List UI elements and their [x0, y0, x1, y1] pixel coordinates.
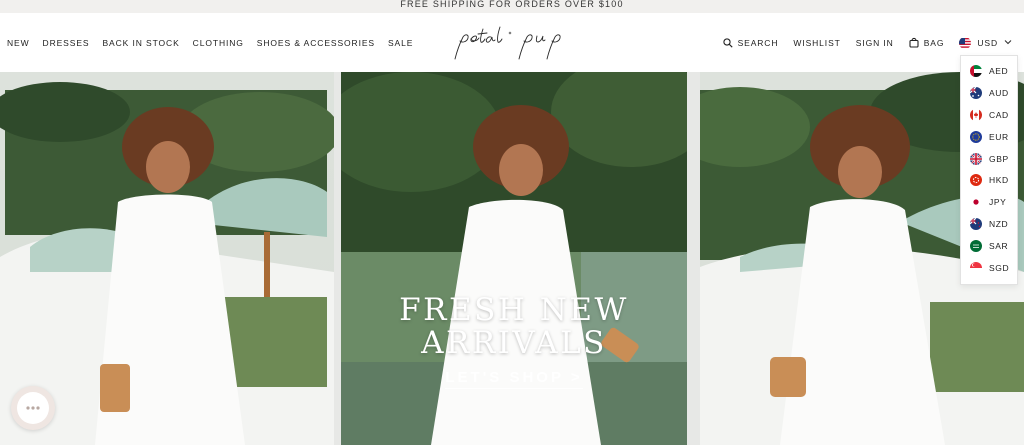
currency-option-aud[interactable]: AUD — [961, 82, 1017, 104]
nav-sale[interactable]: SALE — [388, 38, 413, 48]
currency-option-jpy[interactable]: JPY — [961, 191, 1017, 213]
currency-code: SAR — [989, 241, 1009, 252]
currency-label[interactable]: USD — [977, 38, 998, 48]
saudi-arabia-flag-icon — [970, 240, 982, 253]
currency-option-eur[interactable]: EUR — [961, 126, 1017, 148]
uk-flag-icon — [970, 152, 982, 165]
nav-dresses[interactable]: DRESSES — [43, 38, 90, 48]
currency-code: SGD — [989, 262, 1010, 273]
bag-label[interactable]: BAG — [924, 38, 945, 48]
currency-option-cad[interactable]: CAD — [961, 104, 1017, 126]
currency-code: NZD — [989, 219, 1009, 230]
currency-option-aed[interactable]: AED — [961, 60, 1017, 82]
currency-code: EUR — [989, 131, 1009, 142]
search-label[interactable]: SEARCH — [738, 38, 779, 48]
chevron-down-icon — [1004, 38, 1012, 47]
site-header: NEW DRESSES BACK IN STOCK CLOTHING SHOES… — [0, 13, 1024, 72]
currency-option-gbp[interactable]: GBP — [961, 148, 1017, 170]
currency-code: AUD — [989, 87, 1009, 98]
hero-overlay: FRESH NEW ARRIVALS LET'S SHOP > — [341, 294, 687, 389]
bag-button[interactable]: BAG — [909, 37, 945, 48]
search-button[interactable]: SEARCH — [722, 37, 779, 48]
search-icon — [722, 37, 733, 48]
us-flag-icon — [959, 37, 972, 49]
chat-icon — [17, 392, 49, 424]
hong-kong-flag-icon — [970, 174, 982, 187]
currency-code: HKD — [989, 175, 1009, 186]
eu-flag-icon — [970, 130, 982, 143]
lets-shop-button[interactable]: LET'S SHOP > — [445, 369, 583, 389]
currency-option-nzd[interactable]: NZD — [961, 213, 1017, 235]
main-nav: NEW DRESSES BACK IN STOCK CLOTHING SHOES… — [7, 13, 413, 72]
hero-title: FRESH NEW ARRIVALS — [399, 292, 629, 361]
hero-banner[interactable]: FRESH NEW ARRIVALS LET'S SHOP > — [0, 72, 1024, 445]
nav-clothing[interactable]: CLOTHING — [193, 38, 244, 48]
singapore-flag-icon — [970, 261, 982, 274]
nav-new[interactable]: NEW — [7, 38, 30, 48]
sign-in-link[interactable]: SIGN IN — [856, 38, 894, 48]
wishlist-link[interactable]: WISHLIST — [793, 38, 840, 48]
chat-launcher-button[interactable] — [11, 386, 55, 430]
currency-option-hkd[interactable]: HKD — [961, 169, 1017, 191]
new-zealand-flag-icon — [970, 218, 982, 231]
currency-option-sar[interactable]: SAR — [961, 235, 1017, 257]
canada-flag-icon — [970, 108, 982, 121]
currency-code: CAD — [989, 109, 1009, 120]
site-logo[interactable] — [447, 23, 577, 63]
japan-flag-icon — [970, 196, 982, 209]
currency-code: GBP — [989, 153, 1009, 164]
currency-code: AED — [989, 65, 1009, 76]
bag-icon — [909, 37, 919, 48]
promo-bar: FREE SHIPPING FOR ORDERS OVER $100 — [0, 0, 1024, 13]
currency-dropdown: AED AUD CAD EUR GBP HKD JPY NZD SAR SGD — [960, 55, 1018, 285]
currency-option-sgd[interactable]: SGD — [961, 257, 1017, 279]
logo-mark — [454, 26, 561, 60]
promo-text: FREE SHIPPING FOR ORDERS OVER $100 — [400, 0, 624, 9]
hero-image-left — [0, 72, 334, 445]
currency-code: JPY — [989, 197, 1007, 208]
hero-image-center — [341, 72, 687, 445]
australia-flag-icon — [970, 86, 982, 99]
currency-selector[interactable]: USD — [959, 37, 1012, 49]
nav-back-in-stock[interactable]: BACK IN STOCK — [102, 38, 179, 48]
uae-flag-icon — [970, 64, 982, 77]
nav-shoes-accessories[interactable]: SHOES & ACCESSORIES — [257, 38, 375, 48]
